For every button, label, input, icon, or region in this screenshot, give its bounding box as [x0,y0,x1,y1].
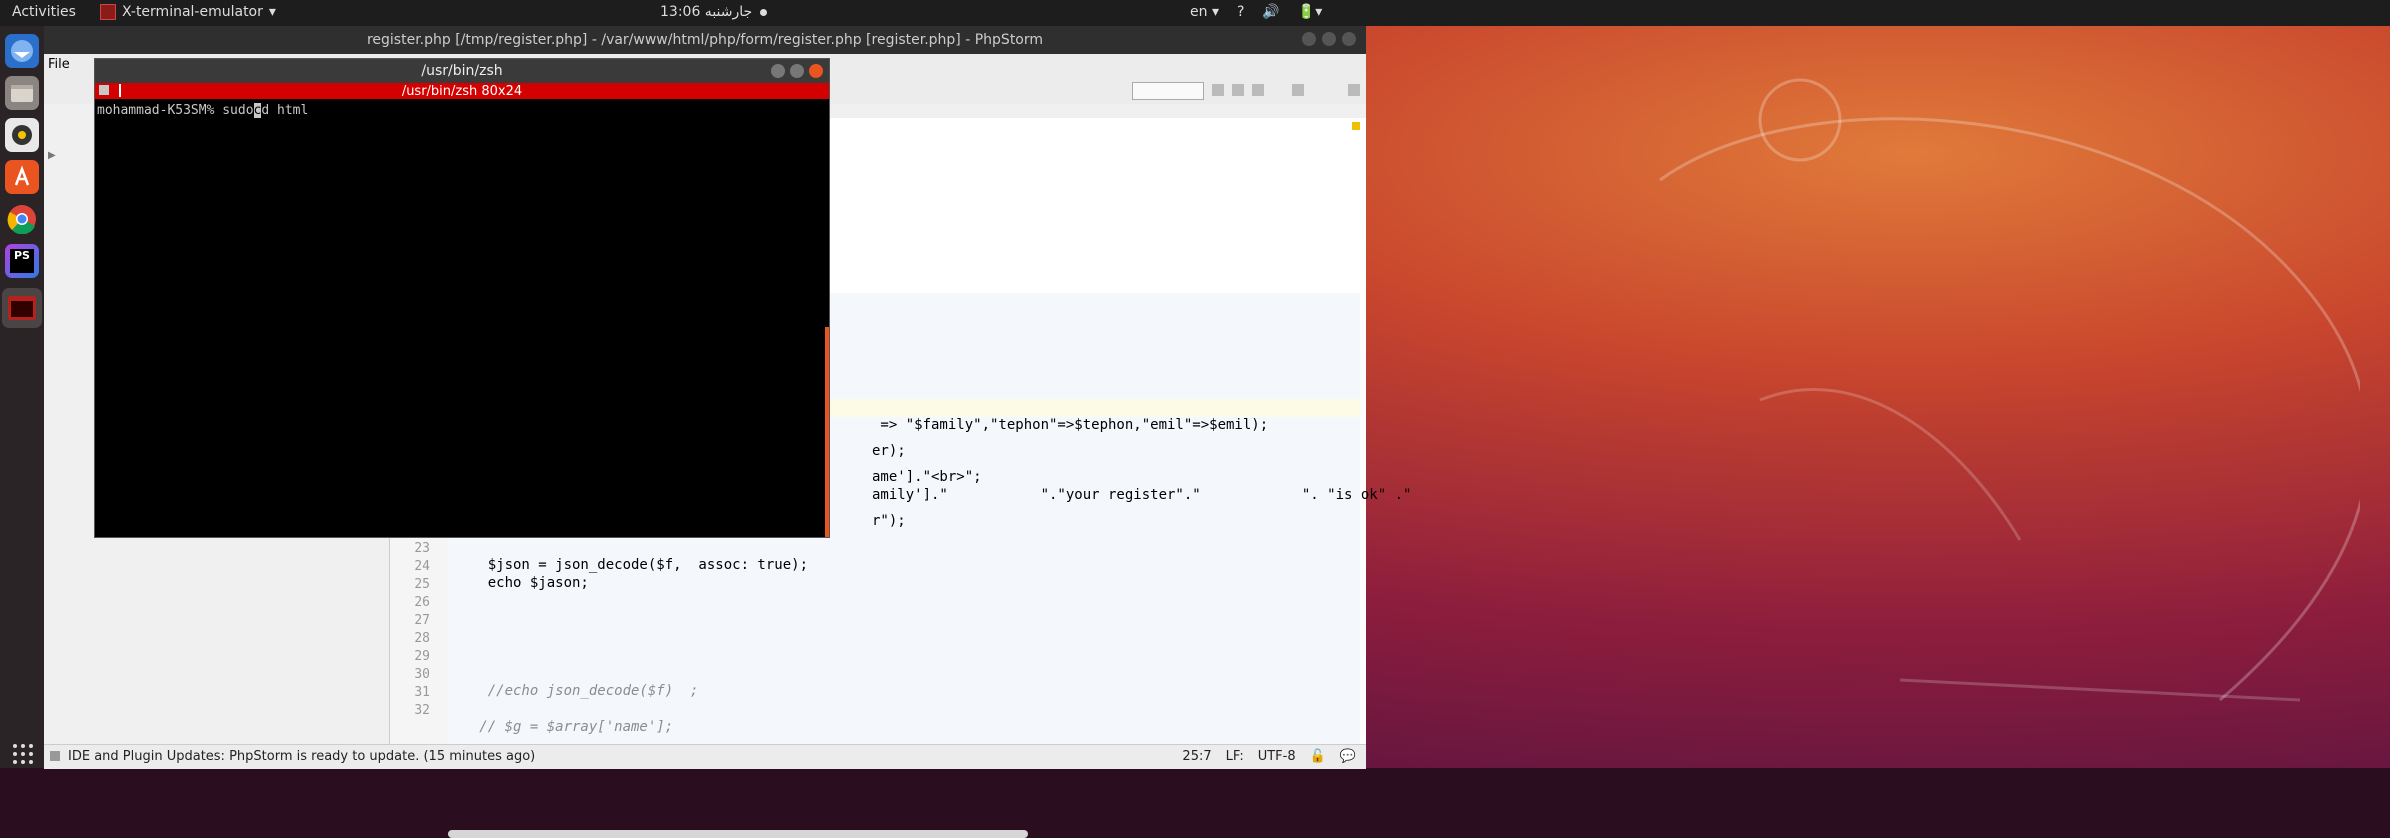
ide-window-controls [1302,32,1356,46]
close-icon[interactable] [1342,32,1356,46]
terminal-resize-handle[interactable] [825,327,829,537]
files-icon[interactable] [5,76,39,110]
clock-label: جارشنبه 13:06 [660,4,753,20]
chevron-down-icon: ▾ [268,4,276,20]
terminal-icon[interactable] [2,288,42,328]
run-icon[interactable] [1212,84,1224,96]
panel-toggle-icon[interactable] [50,751,60,761]
show-applications-icon[interactable] [13,744,33,764]
file-encoding[interactable]: UTF-8 [1258,749,1296,764]
code-line-25: 25 [414,577,430,592]
maximize-icon[interactable] [790,64,804,78]
rhythmbox-icon[interactable] [5,118,39,152]
ide-window-title: register.php [/tmp/register.php] - /var/… [366,32,1044,48]
code-line-29: 29 [414,649,430,664]
terminal-input-rest: d html [261,103,309,118]
battery-icon[interactable]: 🔋▾ [1298,4,1322,20]
status-indicators: 25:7 LF: UTF-8 🔓 💬 [1182,749,1356,764]
menu-file[interactable]: File [48,57,70,72]
clock[interactable]: جارشنبه 13:06 [660,4,768,20]
debug-icon[interactable] [1232,84,1244,96]
thunderbird-icon[interactable] [5,34,39,68]
language-indicator[interactable]: en ▾ [1190,4,1219,20]
expand-arrow-icon[interactable]: ▶ [48,150,56,161]
horizontal-scrollbar[interactable] [448,830,1028,838]
terminal-tab-title: /usr/bin/zsh 80x24 [401,83,523,99]
terminal-tab[interactable]: /usr/bin/zsh 80x24 [95,83,829,99]
code-line-31: 31 [414,685,430,700]
terminal-title-bar: /usr/bin/zsh [95,59,829,83]
stop-icon[interactable] [1292,84,1304,96]
notification-dot-icon [760,8,768,16]
code-line-32: 32 // $g = $array['name']; [414,703,674,735]
app-menu-label: X-terminal-emulator [122,4,263,20]
phpstorm-icon[interactable]: PS [5,244,39,278]
ide-title-bar: register.php [/tmp/register.php] - /var/… [44,26,1366,54]
caret-position[interactable]: 25:7 [1182,749,1211,764]
minimize-icon[interactable] [771,64,785,78]
terminal-prompt: mohammad-K53SM% sudo [97,103,254,118]
close-icon[interactable] [809,64,823,78]
terminal-window-title: /usr/bin/zsh [421,63,503,79]
help-icon[interactable]: ? [1237,4,1244,20]
terminal-window-controls [771,64,823,78]
search-icon[interactable] [1348,84,1360,96]
code-line-30: 30 //echo json_decode($f) ; [414,667,699,699]
terminal-output[interactable]: mohammad-K53SM% sudocd html [97,103,308,118]
wallpaper-decoration [1659,78,2360,702]
warning-marker-icon[interactable] [1352,122,1360,130]
maximize-icon[interactable] [1322,32,1336,46]
tab-indicator-icon [119,84,121,97]
terminal-tab-icon [99,85,109,95]
code-line-27: 27 [414,613,430,628]
minimize-icon[interactable] [1302,32,1316,46]
system-tray: en ▾ ? 🔊 🔋▾ [1190,4,1322,20]
coverage-icon[interactable] [1252,84,1264,96]
terminal-app-icon [100,4,116,20]
volume-icon[interactable]: 🔊 [1262,4,1279,20]
activities-button[interactable]: Activities [12,4,76,20]
ide-status-bar: IDE and Plugin Updates: PhpStorm is read… [44,744,1366,769]
terminal-window: /usr/bin/zsh /usr/bin/zsh 80x24 mohammad… [94,58,830,538]
lock-icon[interactable]: 🔓 [1310,749,1326,764]
run-configuration-select[interactable] [1132,82,1204,100]
status-message[interactable]: IDE and Plugin Updates: PhpStorm is read… [68,749,535,764]
code-line-24: 24 echo $jason; [414,559,589,591]
dock: PS [0,26,44,768]
code-line-28: 28 [414,631,430,646]
top-bar: Activities X-terminal-emulator ▾ جارشنبه… [0,0,2390,26]
event-log-icon[interactable]: 💬 [1340,749,1356,764]
software-center-icon[interactable] [5,160,39,194]
code-line-26: 26 [414,595,430,610]
app-menu[interactable]: X-terminal-emulator ▾ [100,4,276,20]
chrome-icon[interactable] [5,202,39,236]
line-separator[interactable]: LF: [1226,749,1244,764]
phpstorm-logo: PS [10,249,34,273]
